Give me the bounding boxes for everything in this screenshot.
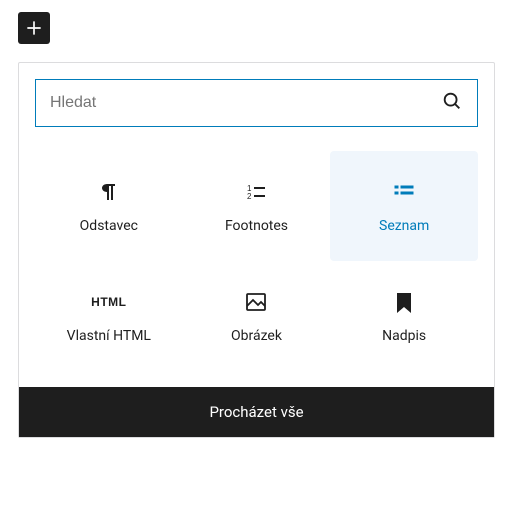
search-icon (441, 90, 463, 116)
block-label: Nadpis (382, 328, 426, 344)
add-block-button[interactable] (18, 12, 50, 44)
block-heading[interactable]: Nadpis (330, 261, 478, 371)
block-label: Vlastní HTML (67, 328, 151, 344)
search-input[interactable] (50, 94, 441, 112)
heading-icon (390, 288, 418, 316)
footnotes-icon: 12 (242, 178, 270, 206)
plus-icon (24, 18, 44, 38)
image-icon (242, 288, 270, 316)
list-icon (390, 178, 418, 206)
blocks-grid: Odstavec 12 Footnotes Seznam HTML Vlastn… (19, 143, 494, 387)
block-label: Seznam (379, 218, 429, 234)
browse-all-button[interactable]: Procházet vše (19, 387, 494, 437)
block-list[interactable]: Seznam (330, 151, 478, 261)
block-label: Obrázek (231, 328, 282, 344)
block-image[interactable]: Obrázek (183, 261, 331, 371)
block-label: Footnotes (225, 218, 288, 234)
html-icon: HTML (95, 288, 123, 316)
block-custom-html[interactable]: HTML Vlastní HTML (35, 261, 183, 371)
search-wrap (19, 63, 494, 143)
search-field[interactable] (35, 79, 478, 127)
block-inserter-panel: Odstavec 12 Footnotes Seznam HTML Vlastn… (18, 62, 495, 438)
paragraph-icon (95, 178, 123, 206)
block-footnotes[interactable]: 12 Footnotes (183, 151, 331, 261)
block-paragraph[interactable]: Odstavec (35, 151, 183, 261)
block-label: Odstavec (80, 218, 138, 234)
svg-text:2: 2 (247, 192, 252, 201)
